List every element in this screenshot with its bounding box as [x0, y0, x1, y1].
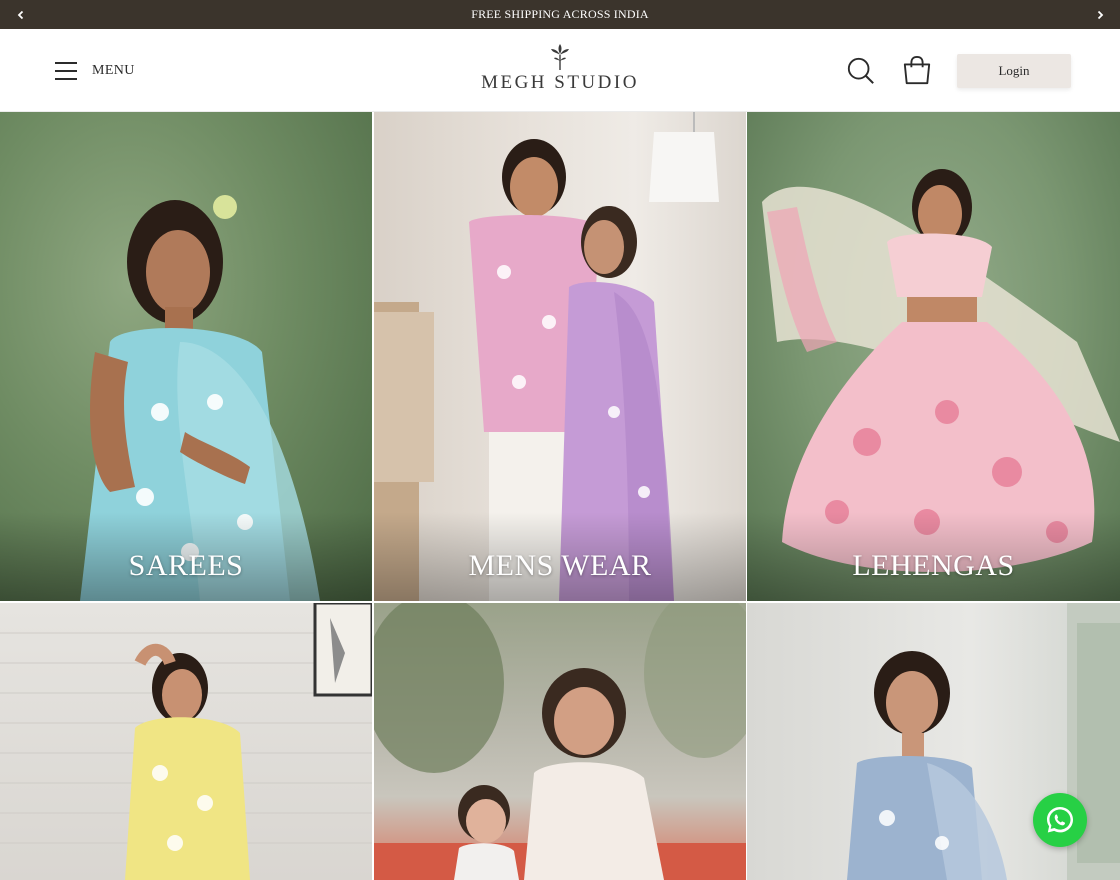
menu-label: MENU	[92, 63, 135, 78]
collection-tile-mens-wear[interactable]: MENS WEAR	[374, 112, 746, 601]
mens-wear-photo	[374, 112, 746, 601]
search-button[interactable]	[845, 55, 877, 87]
lehengas-photo	[747, 169, 1120, 601]
logo-text: MEGH STUDIO	[481, 72, 639, 93]
hamburger-icon	[55, 62, 77, 80]
collection-label-mens-wear: MENS WEAR	[468, 549, 652, 582]
whatsapp-icon	[1047, 807, 1073, 833]
collection-label-lehengas: LEHENGAS	[852, 549, 1015, 582]
collection-tile-5[interactable]	[374, 603, 746, 880]
site-header: MENU MEGH STUDIO Login	[0, 29, 1120, 112]
login-button[interactable]: Login	[957, 54, 1071, 88]
announcement-bar: FREE SHIPPING ACROSS INDIA	[0, 0, 1120, 29]
site-logo[interactable]: MEGH STUDIO	[480, 43, 640, 99]
search-icon	[847, 57, 874, 84]
cart-button[interactable]	[900, 54, 934, 86]
chevron-right-icon	[1097, 10, 1103, 19]
chevron-left-icon	[17, 10, 23, 19]
collection-tile-4[interactable]	[0, 603, 372, 880]
announcement-prev-button[interactable]	[6, 0, 35, 29]
flower-icon	[551, 44, 569, 70]
shopping-bag-icon	[903, 55, 931, 85]
menu-button[interactable]: MENU	[54, 59, 135, 83]
collection-photo-4	[0, 603, 372, 880]
collection-tile-sarees[interactable]: SAREES	[0, 112, 372, 601]
collection-photo-5	[374, 603, 746, 880]
sarees-photo	[0, 195, 372, 601]
announcement-next-button[interactable]	[1085, 0, 1114, 29]
whatsapp-chat-button[interactable]	[1033, 793, 1087, 847]
collection-label-sarees: SAREES	[128, 549, 244, 582]
collection-tile-lehengas[interactable]: LEHENGAS	[747, 112, 1120, 601]
announcement-text: FREE SHIPPING ACROSS INDIA	[471, 7, 649, 21]
